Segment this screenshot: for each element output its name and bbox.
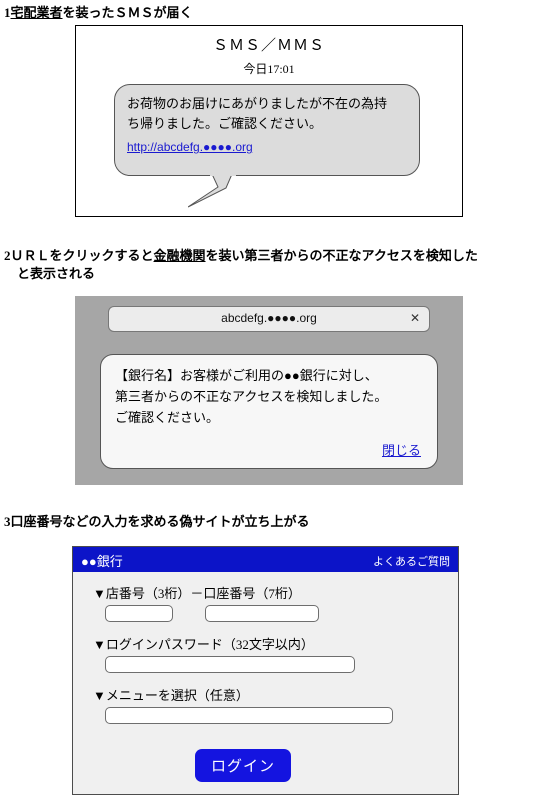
branch-number-input[interactable] (105, 605, 173, 622)
fake-bank-login-panel: ●●銀行 よくあるご質問 ▼店番号（3桁）－口座番号（7桁） ▼ログインパスワー… (72, 546, 459, 795)
step-3-heading: 3口座番号などの入力を求める偽サイトが立ち上がる (4, 513, 524, 531)
step-2-underlined-text: 金融機関 (153, 248, 206, 263)
sms-panel: ＳＭＳ／ＭＭＳ 今日17:01 お荷物のお届けにあがりましたが不在の為持 ち帰り… (75, 25, 463, 217)
step-2-heading: 2ＵＲＬをクリックすると金融機関を装い第三者からの不正なアクセスを検知した と表示… (4, 247, 539, 283)
dialog-close-link[interactable]: 閉じる (382, 440, 421, 459)
login-button[interactable]: ログイン (195, 749, 291, 782)
sms-timestamp: 今日17:01 (243, 62, 295, 76)
sms-message-bubble: お荷物のお届けにあがりましたが不在の為持 ち帰りました。ご確認ください。 htt… (114, 84, 420, 176)
dialog-line-2: 第三者からの不正なアクセスを検知しました。 (115, 389, 388, 404)
account-number-input[interactable] (205, 605, 319, 622)
faq-link[interactable]: よくあるご質問 (373, 553, 450, 569)
close-icon[interactable]: ✕ (410, 311, 420, 325)
account-field-label: ▼店番号（3桁）－口座番号（7桁） (93, 586, 301, 601)
bank-name-label: ●●銀行 (81, 554, 123, 569)
dialog-line-1: 【銀行名】お客様がご利用の●●銀行に対し、 (115, 368, 378, 383)
step-1-heading: 1宅配業者を装ったＳＭＳが届く (4, 4, 524, 22)
sms-body-line-1: お荷物のお届けにあがりましたが不在の為持 (127, 96, 388, 111)
sms-body-line-2: ち帰りました。ご確認ください。 (127, 116, 323, 131)
browser-window: abcdefg.●●●●.org ✕ 【銀行名】お客様がご利用の●●銀行に対し、… (75, 296, 463, 485)
fraud-alert-dialog: 【銀行名】お客様がご利用の●●銀行に対し、 第三者からの不正なアクセスを検知しま… (100, 354, 438, 469)
browser-tab[interactable]: abcdefg.●●●●.org ✕ (108, 306, 430, 332)
login-password-input[interactable] (105, 656, 355, 673)
sms-panel-title: ＳＭＳ／ＭＭＳ (212, 38, 325, 54)
step-1-text-after: を装ったＳＭＳが届く (62, 5, 193, 20)
dialog-line-3: ご確認ください。 (115, 410, 220, 425)
step-2-text-after: を装い第三者からの不正なアクセスを検知した (205, 248, 478, 263)
speech-bubble-tail-icon (188, 174, 236, 208)
browser-tab-url-label: abcdefg.●●●●.org (221, 311, 317, 325)
step-1-underlined-text: 宅配業者 (10, 5, 63, 20)
bank-header-bar: ●●銀行 よくあるご質問 (73, 547, 458, 572)
step-2-text-before: ＵＲＬをクリックすると (10, 248, 154, 263)
password-field-label: ▼ログインパスワード（32文字以内） (93, 637, 314, 652)
step-2-line-2: と表示される (17, 266, 96, 281)
step-3-text: 口座番号などの入力を求める偽サイトが立ち上がる (10, 514, 310, 529)
menu-field-label: ▼メニューを選択（任意） (93, 688, 249, 703)
menu-select-input[interactable] (105, 707, 393, 724)
sms-phishing-link[interactable]: http://abcdefg.●●●●.org (127, 140, 253, 154)
